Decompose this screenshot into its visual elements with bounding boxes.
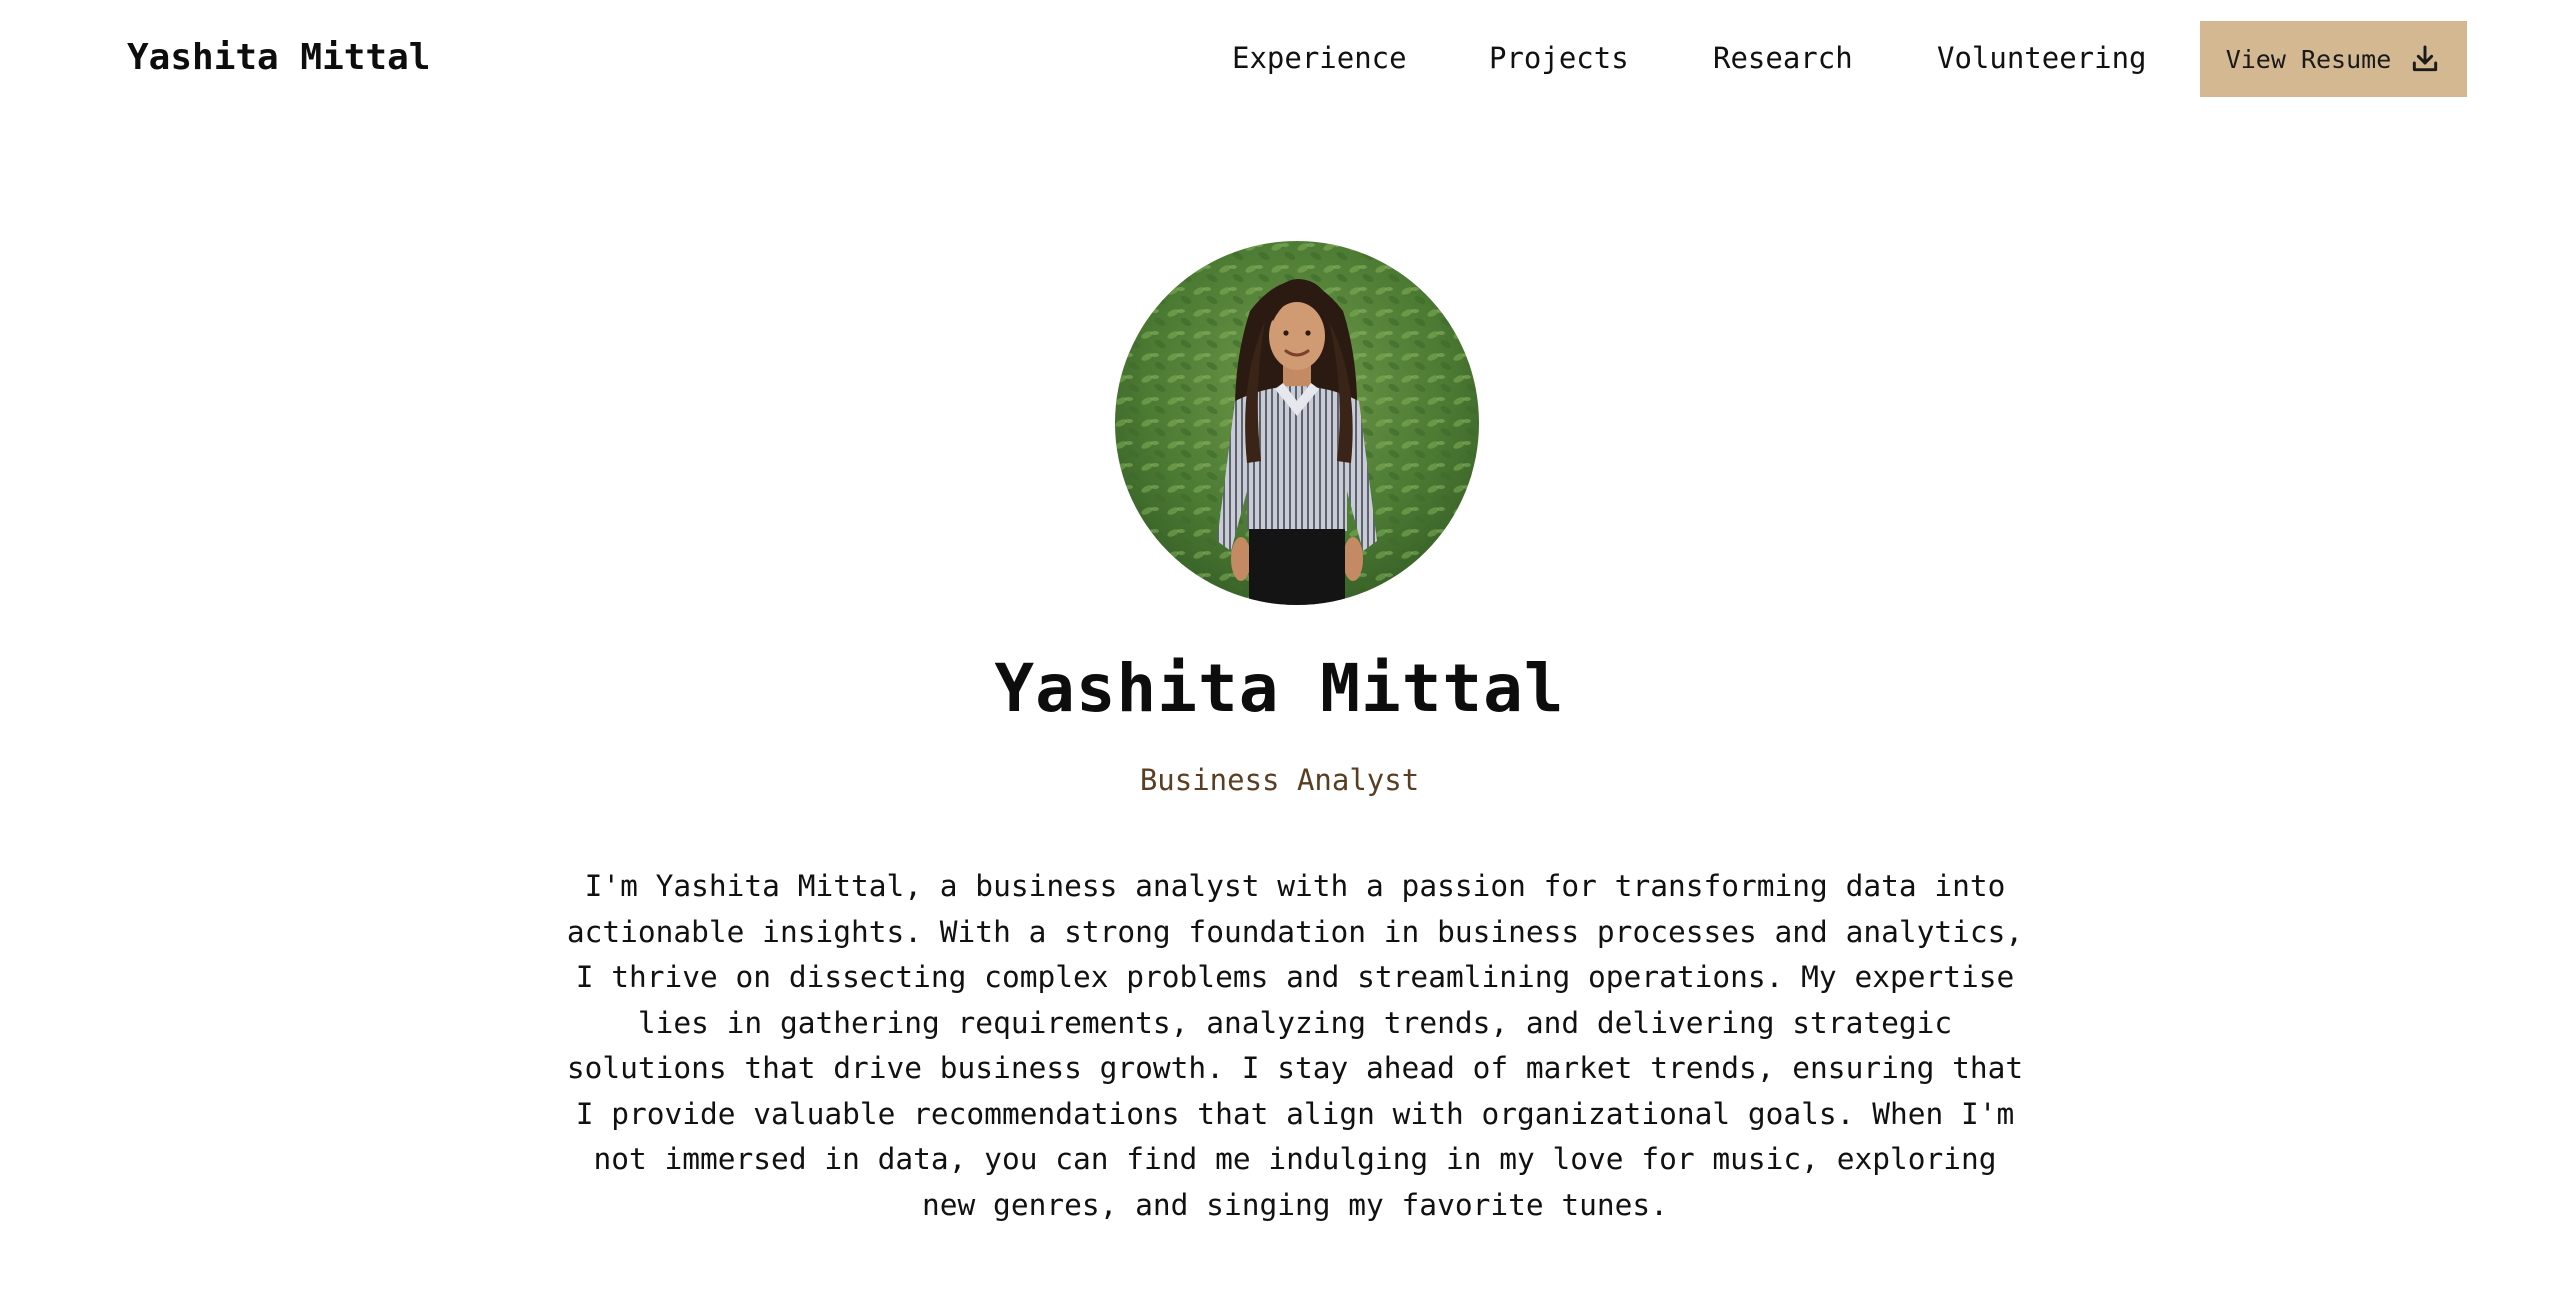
nav-link-research[interactable]: Research: [1713, 36, 1853, 80]
nav-link-projects[interactable]: Projects: [1489, 36, 1629, 80]
nav-link-experience[interactable]: Experience: [1232, 36, 1407, 80]
download-icon: [2409, 43, 2441, 75]
brand-logo-text[interactable]: Yashita Mittal: [127, 36, 430, 80]
hero-name: Yashita Mittal: [994, 650, 1565, 727]
bio-paragraph: I'm Yashita Mittal, a business analyst w…: [566, 869, 2024, 1222]
view-resume-button[interactable]: View Resume: [2200, 21, 2467, 97]
profile-photo: [1115, 241, 1479, 605]
nav-link-volunteering[interactable]: Volunteering: [1937, 36, 2147, 80]
site-header: Yashita Mittal Experience Projects Resea…: [0, 0, 2559, 118]
view-resume-label: View Resume: [2225, 44, 2392, 74]
hero-job-title: Business Analyst: [1139, 763, 1420, 797]
